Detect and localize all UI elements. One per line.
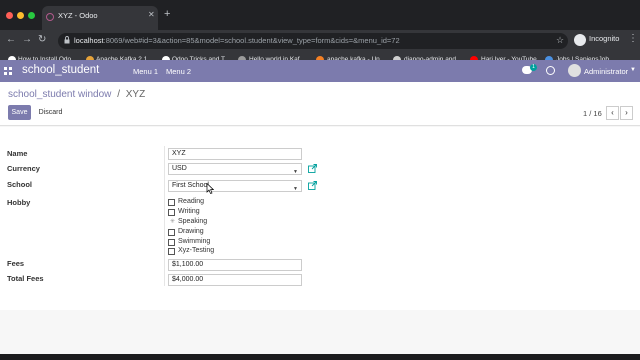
lock-icon [64,36,70,44]
checkbox-hover-icon[interactable]: ✳ [170,218,175,225]
close-window-button[interactable] [6,12,13,19]
forward-icon[interactable]: → [22,34,32,45]
tab-title: XYZ - Odoo [58,11,98,20]
screen: XYZ - Odoo ✕ + ← → ↻ localhost:8069/web#… [0,0,640,360]
app-brand[interactable]: school_student [22,64,99,76]
external-link-icon[interactable] [308,164,317,173]
hobby-label-text: Xyz-Testing [178,247,215,254]
fees-field[interactable]: $1,100.00 [168,259,302,271]
name-field[interactable]: XYZ [168,148,302,160]
url-text: localhost:8069/web#id=3&action=85&model=… [74,36,400,45]
total-fees-field[interactable]: $4,000.00 [168,274,302,286]
currency-select[interactable]: USD ▼ [168,163,302,175]
breadcrumb: school_student window / XYZ [8,89,145,100]
bookmark-star-icon[interactable]: ☆ [556,35,564,46]
school-label: School [7,180,33,189]
browser-tab-strip: XYZ - Odoo ✕ + [0,0,640,30]
school-value: First School [172,182,209,189]
checkbox[interactable] [168,248,175,255]
hobby-label-text: Reading [178,198,205,205]
external-link-icon[interactable] [308,181,317,190]
currency-label: Currency [7,164,40,173]
name-label: Name [7,149,28,158]
hobby-label-text: Speaking [178,218,208,225]
chevron-down-icon[interactable]: ▼ [630,67,636,73]
breadcrumb-separator: / [117,89,120,100]
pager-next-button[interactable]: › [620,106,633,120]
browser-toolbar: ← → ↻ localhost:8069/web#id=3&action=85&… [0,30,640,52]
hobby-label-text: Writing [178,208,200,215]
mouse-pointer-icon [206,183,214,194]
currency-value: USD [172,165,187,172]
minimize-window-button[interactable] [17,12,24,19]
address-bar[interactable]: localhost:8069/web#id=3&action=85&model=… [58,33,568,49]
incognito-icon [574,34,586,46]
tab-close-icon[interactable]: ✕ [148,10,155,19]
menu-1[interactable]: Menu 1 [133,67,158,76]
checkbox[interactable] [168,229,175,236]
zoom-window-button[interactable] [28,12,35,19]
new-tab-button[interactable]: + [164,8,170,20]
chevron-down-icon: ▼ [293,186,298,192]
back-icon[interactable]: ← [6,34,16,45]
hobby-label-text: Drawing [178,228,204,235]
school-select[interactable]: First School ▼ [168,180,302,192]
avatar[interactable] [568,64,581,77]
user-menu[interactable]: Administrator [584,67,628,76]
discard-button[interactable]: Discard [34,105,67,120]
form-sheet [0,127,640,310]
odoo-favicon-icon [46,13,54,21]
chevron-down-icon: ▼ [293,169,298,175]
pager-previous-button[interactable]: ‹ [606,106,619,120]
activity-clock-icon[interactable] [546,66,555,75]
checkbox[interactable] [168,239,175,246]
hobby-label-text: Swimming [178,238,211,245]
browser-menu-icon[interactable]: ⋮ [628,33,638,44]
save-button[interactable]: Save [8,105,31,120]
reload-icon[interactable]: ↻ [38,34,46,45]
total-fees-label: Total Fees [7,274,44,283]
breadcrumb-current: XYZ [125,89,146,100]
odoo-main-navbar: school_student Menu 1 Menu 2 1 Administr… [0,60,640,82]
pager-value[interactable]: 1 / 16 [583,109,602,118]
checkbox[interactable] [168,199,175,206]
menu-2[interactable]: Menu 2 [166,67,191,76]
breadcrumb-parent[interactable]: school_student window [8,89,111,100]
hobby-label: Hobby [7,198,31,207]
chat-count-badge: 1 [530,64,537,71]
apps-menu-icon[interactable] [4,67,12,75]
checkbox[interactable] [168,209,175,216]
screen-bottom-edge [0,354,640,360]
form-column-divider [164,146,165,286]
browser-tab[interactable]: XYZ - Odoo ✕ [42,6,158,30]
fees-label: Fees [7,259,25,268]
control-panel: school_student window / XYZ Save Discard… [0,82,640,126]
incognito-label: Incognito [589,34,620,43]
